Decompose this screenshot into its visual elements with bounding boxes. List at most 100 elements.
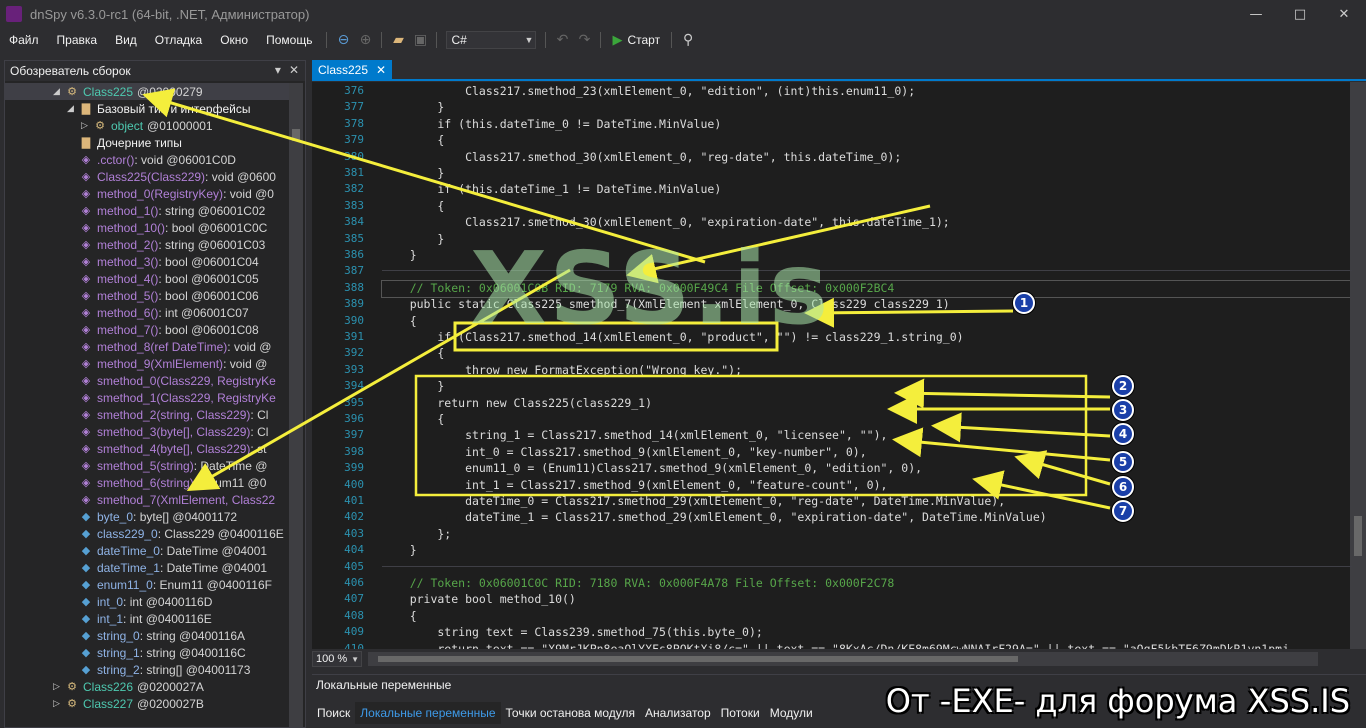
code-line[interactable]: dateTime_0 = Class217.smethod_29(xmlElem…: [382, 494, 1005, 510]
tree-node[interactable]: ◈ smethod_6(string) : Enum11 @0: [67, 474, 267, 491]
tree-node[interactable]: ◈ smethod_5(string) : DateTime @: [67, 457, 268, 474]
code-line[interactable]: Class217.smethod_30(xmlElement_0, "expir…: [382, 215, 950, 231]
tab-module-breakpoints[interactable]: Точки останова модуля: [501, 702, 641, 724]
scrollbar-thumb[interactable]: [1354, 516, 1362, 556]
tree-node[interactable]: ◢ ▇ Базовый тип и интерфейсы: [67, 100, 250, 117]
redo-icon[interactable]: ↷: [573, 30, 595, 50]
tree-node[interactable]: ◈ method_6() : int @06001C07: [67, 304, 249, 321]
code-line[interactable]: }: [382, 248, 417, 264]
code-line[interactable]: throw new FormatException("Wrong key.");: [382, 363, 742, 379]
tree-node[interactable]: ◆ int_0 : int @0400116D: [67, 593, 213, 610]
menu-edit[interactable]: Правка: [48, 28, 107, 52]
code-line[interactable]: // Token: 0x06001C0B RID: 7179 RVA: 0x00…: [381, 279, 1353, 298]
tree-node[interactable]: ◈ method_8(ref DateTime) : void @: [67, 338, 272, 355]
code-line[interactable]: Class217.smethod_23(xmlElement_0, "editi…: [382, 84, 915, 100]
code-line[interactable]: return text == "X9MrJKPn8eaQlYXFs8PQKtXi…: [382, 642, 1289, 649]
expand-toggle-icon[interactable]: ◢: [67, 103, 79, 114]
search-icon[interactable]: ⚲: [677, 30, 699, 50]
language-select[interactable]: C# ▼: [446, 31, 537, 49]
start-button[interactable]: ▶ Старт: [606, 32, 666, 48]
tree-node[interactable]: ◈ method_9(XmlElement) : void @: [67, 355, 268, 372]
tree-node[interactable]: ▷ ⚙ Class227 @0200027B: [53, 695, 204, 712]
close-panel-icon[interactable]: ✕: [289, 63, 299, 77]
tree-node[interactable]: ◆ byte_0 : byte[] @04001172: [67, 508, 237, 525]
tree-node[interactable]: ◈ method_7() : bool @06001C08: [67, 321, 259, 338]
code-line[interactable]: if (this.dateTime_1 != DateTime.MinValue…: [382, 182, 721, 198]
code-line[interactable]: {: [382, 609, 417, 625]
zoom-select[interactable]: 100 % ▼: [312, 651, 362, 667]
code-line[interactable]: dateTime_1 = Class217.smethod_29(xmlElem…: [382, 510, 1047, 526]
code-text[interactable]: Class217.smethod_23(xmlElement_0, "editi…: [381, 82, 1362, 649]
tree-scrollbar[interactable]: [289, 83, 303, 727]
code-line[interactable]: {: [382, 199, 444, 215]
code-line[interactable]: if (this.dateTime_0 != DateTime.MinValue…: [382, 117, 721, 133]
menu-debug[interactable]: Отладка: [146, 28, 211, 52]
tree-node[interactable]: ◆ enum11_0 : Enum11 @0400116F: [67, 576, 272, 593]
code-line[interactable]: {: [382, 412, 444, 428]
tree-node[interactable]: ◆ string_2 : string[] @04001173: [67, 661, 251, 678]
tree-node[interactable]: ▇ Дочерние типы: [67, 134, 182, 151]
code-line[interactable]: {: [382, 133, 444, 149]
tree-node[interactable]: ◈ smethod_2(string, Class229) : Cl: [67, 406, 269, 423]
code-line[interactable]: enum11_0 = (Enum11)Class217.smethod_9(xm…: [382, 461, 922, 477]
tree-node[interactable]: ◆ string_1 : string @0400116C: [67, 644, 246, 661]
menu-file[interactable]: Файл: [0, 28, 48, 52]
code-line[interactable]: Class217.smethod_30(xmlElement_0, "reg-d…: [382, 150, 901, 166]
code-line[interactable]: {: [382, 314, 417, 330]
tree-node[interactable]: ◈ method_4() : bool @06001C05: [67, 270, 259, 287]
code-line[interactable]: }: [382, 379, 444, 395]
maximize-button[interactable]: □: [1278, 0, 1322, 28]
editor-vertical-scrollbar[interactable]: [1350, 82, 1366, 649]
tree-node[interactable]: ◈ smethod_1(Class229, RegistryKe: [67, 389, 276, 406]
tree-node[interactable]: ◈ smethod_4(byte[], Class229) : st: [67, 440, 267, 457]
code-line[interactable]: }: [382, 232, 444, 248]
tree-node[interactable]: ◈ smethod_0(Class229, RegistryKe: [67, 372, 276, 389]
tree-node[interactable]: ◈ smethod_7(XmlElement, Class22: [67, 491, 275, 508]
expand-toggle-icon[interactable]: ◢: [53, 86, 65, 97]
menu-view[interactable]: Вид: [106, 28, 146, 52]
tree-node[interactable]: ◈ smethod_3(byte[], Class229) : Cl: [67, 423, 269, 440]
tree-node[interactable]: ◈ method_0(RegistryKey) : void @0: [67, 185, 274, 202]
tab-search[interactable]: Поиск: [312, 702, 355, 724]
code-line[interactable]: private bool method_10(): [382, 592, 576, 608]
tree-node[interactable]: ◈ method_10() : bool @06001C0C: [67, 219, 268, 236]
code-line[interactable]: };: [382, 527, 451, 543]
editor-horizontal-scrollbar[interactable]: [368, 652, 1318, 666]
minimize-button[interactable]: —: [1234, 0, 1278, 28]
code-line[interactable]: if (Class217.smethod_14(xmlElement_0, "p…: [382, 330, 963, 346]
tab-modules[interactable]: Модули: [765, 702, 818, 724]
code-line[interactable]: return new Class225(class229_1): [382, 396, 652, 412]
code-line[interactable]: // Token: 0x06001C0C RID: 7180 RVA: 0x00…: [382, 576, 895, 592]
tree-node[interactable]: ◆ int_1 : int @0400116E: [67, 610, 212, 627]
code-line[interactable]: int_1 = Class217.smethod_9(xmlElement_0,…: [382, 478, 887, 494]
code-line[interactable]: }: [382, 543, 417, 559]
code-line[interactable]: }: [382, 100, 444, 116]
tree-node[interactable]: ◈ .cctor() : void @06001C0D: [67, 151, 236, 168]
code-line[interactable]: public static Class225 smethod_7(XmlElem…: [382, 297, 950, 313]
tree-node[interactable]: ◈ method_5() : bool @06001C06: [67, 287, 259, 304]
tree-node[interactable]: ◈ Class225(Class229) : void @0600: [67, 168, 276, 185]
tree-node[interactable]: ◆ dateTime_1 : DateTime @04001: [67, 559, 267, 576]
code-line[interactable]: {: [382, 346, 444, 362]
tree-node[interactable]: ▷ ⚙ Class226 @0200027A: [53, 678, 204, 695]
back-icon[interactable]: ⊖: [332, 30, 354, 50]
tree-node[interactable]: ◆ class229_0 : Class229 @0400116E: [67, 525, 284, 542]
undo-icon[interactable]: ↶: [551, 30, 573, 50]
code-line[interactable]: int_0 = Class217.smethod_9(xmlElement_0,…: [382, 445, 867, 461]
tree-node[interactable]: ◈ method_1() : string @06001C02: [67, 202, 266, 219]
tree-node[interactable]: ◈ method_3() : bool @06001C04: [67, 253, 259, 270]
forward-icon[interactable]: ⊕: [354, 30, 376, 50]
tab-locals[interactable]: Локальные переменные: [355, 702, 501, 724]
tree-node[interactable]: ◆ string_0 : string @0400116A: [67, 627, 245, 644]
scrollbar-thumb[interactable]: [378, 656, 1018, 662]
tab-class225[interactable]: Class225 ✕: [312, 60, 393, 79]
code-line[interactable]: string_1 = Class217.smethod_14(xmlElemen…: [382, 428, 887, 444]
menu-window[interactable]: Окно: [211, 28, 257, 52]
expand-toggle-icon[interactable]: ▷: [81, 120, 93, 131]
tab-threads[interactable]: Потоки: [716, 702, 765, 724]
tree-node[interactable]: ◆ dateTime_0 : DateTime @04001: [67, 542, 267, 559]
scrollbar-thumb[interactable]: [292, 129, 300, 141]
open-folder-icon[interactable]: ▰: [387, 30, 409, 50]
close-tab-icon[interactable]: ✕: [376, 63, 386, 77]
code-line[interactable]: }: [382, 166, 444, 182]
